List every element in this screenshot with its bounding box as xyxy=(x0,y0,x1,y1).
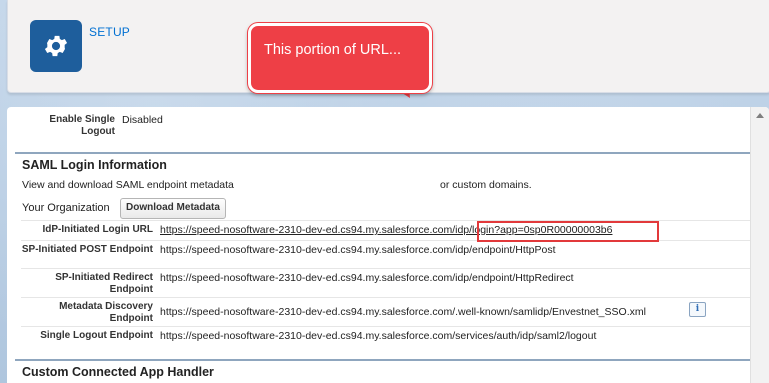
sp-post-endpoint-value: https://speed-nosoftware-2310-dev-ed.cs9… xyxy=(160,244,556,256)
saml-description-end: or custom domains. xyxy=(440,179,532,191)
gear-icon xyxy=(44,35,68,57)
metadata-discovery-label: Metadata Discovery Endpoint xyxy=(59,301,153,324)
scroll-up-arrow-icon[interactable] xyxy=(756,113,764,118)
setup-title[interactable]: SETUP xyxy=(89,25,130,39)
saml-settings-panel: Enable Single Logout Disabled SAML Login… xyxy=(7,107,769,383)
info-icon[interactable]: i xyxy=(689,302,706,317)
vertical-scrollbar[interactable] xyxy=(750,107,769,383)
download-metadata-button[interactable]: Download Metadata xyxy=(120,198,226,219)
sp-redirect-endpoint-value: https://speed-nosoftware-2310-dev-ed.cs9… xyxy=(160,272,574,284)
single-logout-value: Disabled xyxy=(122,114,163,126)
row-divider xyxy=(21,297,750,298)
section-divider xyxy=(15,359,750,361)
saml-section-title: SAML Login Information xyxy=(22,158,167,172)
row-divider xyxy=(21,326,750,327)
idp-login-url-label: IdP-Initiated Login URL xyxy=(42,224,153,235)
metadata-discovery-value: https://speed-nosoftware-2310-dev-ed.cs9… xyxy=(160,306,646,318)
single-logout-endpoint-value: https://speed-nosoftware-2310-dev-ed.cs9… xyxy=(160,330,597,342)
single-logout-label: Enable Single Logout xyxy=(49,114,115,137)
setup-app-icon[interactable] xyxy=(30,20,82,72)
callout-text: This portion of URL... xyxy=(264,42,401,58)
saml-description-start: View and download SAML endpoint metadata xyxy=(22,179,234,191)
annotation-callout: This portion of URL... xyxy=(248,23,432,93)
section-divider xyxy=(15,152,750,154)
url-highlight-box xyxy=(477,221,659,242)
sp-post-endpoint-label: SP-Initiated POST Endpoint xyxy=(21,244,153,255)
your-organization-label: Your Organization xyxy=(22,202,110,214)
handler-section-title: Custom Connected App Handler xyxy=(22,365,214,379)
row-divider xyxy=(21,268,750,269)
single-logout-endpoint-label: Single Logout Endpoint xyxy=(40,330,153,341)
sp-redirect-endpoint-label: SP-Initiated Redirect Endpoint xyxy=(55,272,153,295)
